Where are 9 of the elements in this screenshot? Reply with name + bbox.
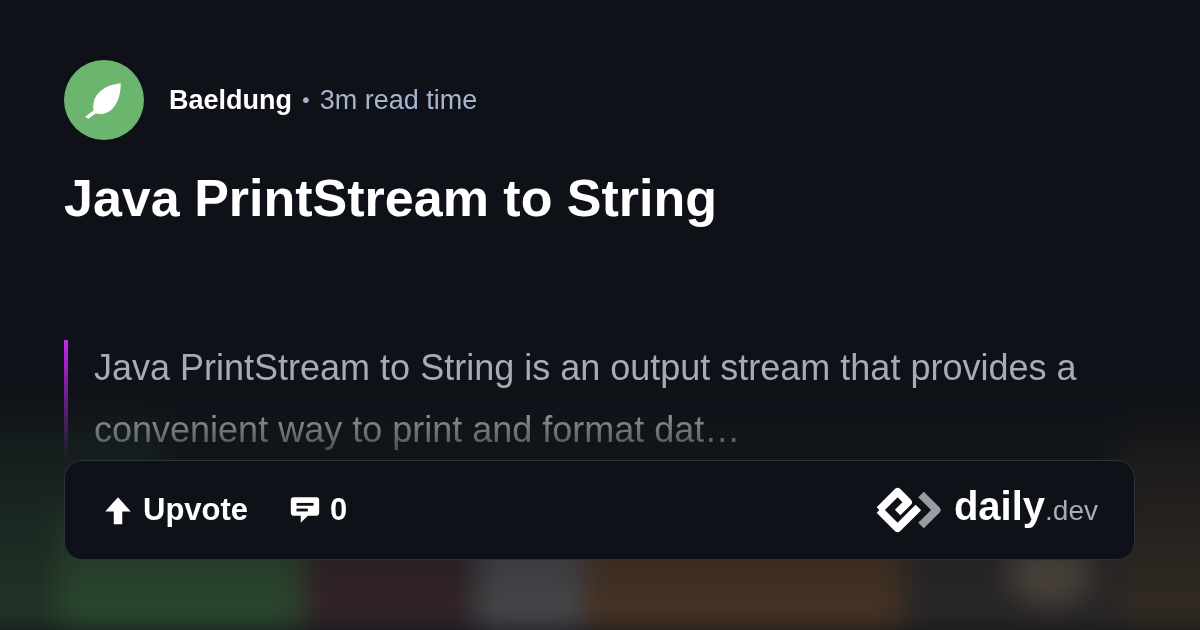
post-title: Java PrintStream to String — [64, 168, 719, 229]
read-time: 3m read time — [319, 84, 478, 116]
brand-name: daily — [953, 484, 1046, 529]
brand-suffix: .dev — [1045, 495, 1098, 526]
comments-button[interactable]: 0 — [288, 492, 348, 528]
upvote-button[interactable]: Upvote — [101, 492, 249, 528]
source-name: Baeldung — [169, 84, 292, 116]
post-excerpt: Java PrintStream to String is an output stream that provides a convenient way to print and format dat… — [94, 346, 1078, 452]
separator-dot: • — [300, 88, 312, 112]
